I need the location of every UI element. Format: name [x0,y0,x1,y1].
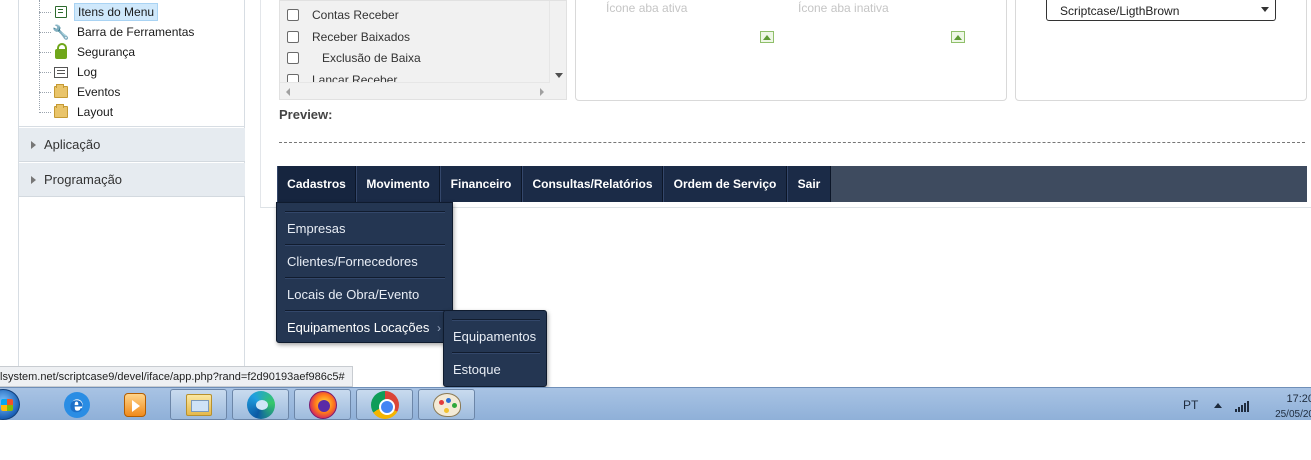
checklist-label: Contas Receber [312,8,399,22]
menu-items-icon [53,5,69,19]
chevron-down-icon[interactable] [1261,7,1269,12]
media-player-icon[interactable] [106,389,163,420]
tree-item-seguranca[interactable]: Segurança [39,43,138,61]
preview-label: Preview: [279,107,333,122]
vertical-scrollbar[interactable] [549,1,566,84]
equipamentos-submenu: Equipamentos Estoque [443,310,547,387]
menu-items-checklist: Contas Receber Receber Baixados Exclusão… [279,0,567,100]
accordion-label: Programação [44,172,123,187]
network-signal-icon[interactable] [1235,400,1251,412]
menu-financeiro[interactable]: Financeiro [440,166,522,202]
cadastros-dropdown: Empresas Clientes/Fornecedores Locais de… [276,202,453,343]
theme-select[interactable]: Scriptcase/LigthBrown [1046,0,1276,21]
active-tab-icon-label: Ícone aba ativa [606,1,688,15]
tree-item-barra-de-ferramentas[interactable]: 🔧 Barra de Ferramentas [39,23,197,41]
submenu-item-estoque[interactable]: Estoque [453,359,501,379]
scroll-right-icon[interactable] [540,88,544,96]
show-hidden-icons-icon[interactable] [1214,403,1222,408]
screen: Itens do Menu 🔧 Barra de Ferramentas Seg… [0,0,1311,460]
tree-item-label: Segurança [77,45,136,59]
language-indicator[interactable]: PT [1183,398,1198,412]
dropdown-item-equipamentos-locacoes[interactable]: Equipamentos Locações [287,317,429,337]
firefox-icon[interactable] [294,389,351,420]
tree-item-label: Log [77,65,98,79]
lock-icon [53,43,69,59]
internet-explorer-icon[interactable]: e [48,389,105,420]
checklist-label: Receber Baixados [312,30,411,44]
preview-menubar: Cadastros Movimento Financeiro Consultas… [277,166,1307,202]
dropdown-item-locais-de-obra[interactable]: Locais de Obra/Evento [287,284,419,304]
file-explorer-icon[interactable] [170,389,227,420]
accordion-label: Aplicação [44,137,101,152]
wrench-icon: 🔧 [52,23,70,40]
clock-date: 25/05/20 [1275,409,1311,420]
log-icon [53,65,69,79]
checkbox[interactable] [287,31,299,43]
tree-item-label: Barra de Ferramentas [77,25,195,39]
caret-right-icon [31,175,36,184]
dropdown-item-empresas[interactable]: Empresas [287,218,346,238]
chrome-icon[interactable] [356,389,413,420]
theme-card: Scriptcase/LigthBrown [1015,0,1307,101]
tree-item-eventos[interactable]: Eventos [39,83,123,101]
scroll-left-icon[interactable] [286,88,290,96]
dropdown-divider [452,352,540,354]
menu-consultas-relatorios[interactable]: Consultas/Relatórios [522,166,663,202]
tree-item-label: Itens do Menu [74,3,159,21]
menu-ordem-de-servico[interactable]: Ordem de Serviço [663,166,787,202]
menu-movimento[interactable]: Movimento [356,166,440,202]
inactive-tab-icon-label: Ícone aba inativa [798,1,889,15]
taskbar: e PT 17:20 25/05/20 [0,387,1311,420]
image-placeholder-icon[interactable] [951,31,965,43]
menu-cadastros[interactable]: Cadastros [277,166,356,202]
checkbox[interactable] [287,52,299,64]
tree-item-label: Eventos [77,85,121,99]
main-content: Contas Receber Receber Baixados Exclusão… [260,0,1311,208]
accordion-programacao[interactable]: Programação [19,163,245,197]
scroll-down-icon[interactable] [555,73,563,78]
dropdown-divider [285,310,445,312]
start-button[interactable] [0,389,20,420]
folder-icon [53,84,69,99]
checklist-label: Exclusão de Baixa [322,51,421,65]
dropdown-divider [285,211,445,213]
caret-right-icon [31,140,36,149]
horizontal-scrollbar[interactable] [280,82,550,99]
folder-icon [53,104,69,119]
checkbox[interactable] [287,9,299,21]
menu-tree: Itens do Menu 🔧 Barra de Ferramentas Seg… [19,0,245,127]
menu-sair[interactable]: Sair [787,166,831,202]
tree-item-layout[interactable]: Layout [39,103,116,121]
preview-divider [279,142,1305,143]
edge-icon[interactable] [232,389,289,420]
checklist-item[interactable]: Contas Receber [287,5,399,25]
dropdown-divider [452,319,540,321]
tree-item-label: Layout [77,105,114,119]
image-placeholder-icon[interactable] [760,31,774,43]
submenu-item-equipamentos[interactable]: Equipamentos [453,326,536,346]
dropdown-divider [285,244,445,246]
paint-icon[interactable] [418,389,475,420]
tree-item-log[interactable]: Log [39,63,100,81]
accordion-aplicacao[interactable]: Aplicação [19,128,245,162]
dropdown-divider [285,277,445,279]
status-bar-url: lsystem.net/scriptcase9/devel/iface/app.… [0,366,353,387]
system-clock[interactable]: 17:20 25/05/20 [1266,392,1311,422]
checklist-item[interactable]: Receber Baixados [287,27,410,47]
theme-select-value: Scriptcase/LigthBrown [1060,4,1180,18]
dropdown-item-clientes-fornecedores[interactable]: Clientes/Fornecedores [287,251,418,271]
clock-time: 17:20 [1286,393,1311,405]
left-panel: Itens do Menu 🔧 Barra de Ferramentas Seg… [18,0,245,390]
checklist-item[interactable]: Exclusão de Baixa [287,48,421,68]
chevron-right-icon: › [437,321,441,335]
tree-item-itens-do-menu[interactable]: Itens do Menu [39,3,159,21]
tab-icons-card: Ícone aba ativa Ícone aba inativa [575,0,1007,101]
